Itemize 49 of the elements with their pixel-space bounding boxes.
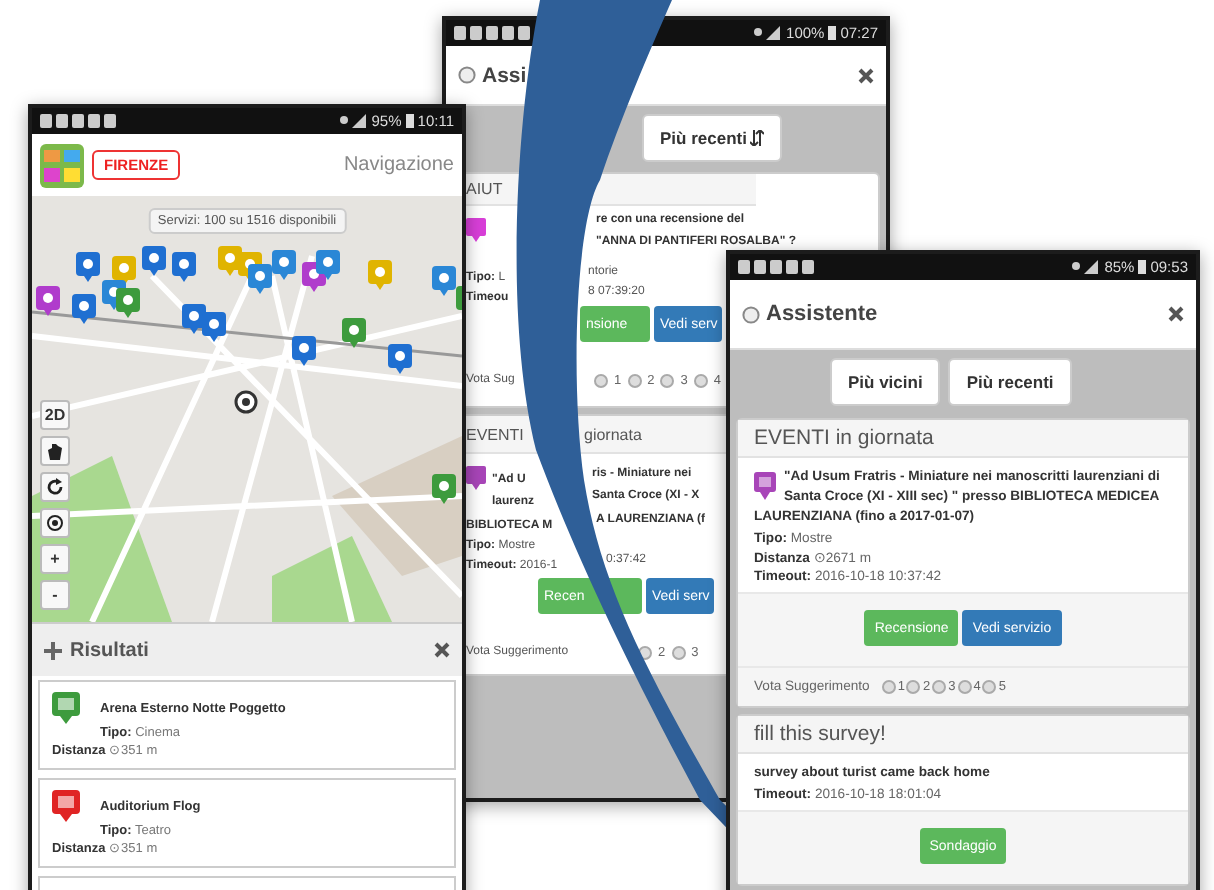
battery-icon [828,26,837,40]
radio-button[interactable] [660,373,675,387]
chat-bubble-icon [742,305,760,323]
plus-icon[interactable] [44,641,62,659]
sort-icon [750,129,765,145]
section-title: EVENTI in giornata [738,420,1188,458]
radio-button[interactable] [693,373,708,387]
zoom-out-button[interactable]: - [40,580,70,610]
section-title: giornata [584,425,644,443]
notification-icons [40,114,120,128]
hand-button[interactable] [40,436,70,466]
tab[interactable]: Più recenti [948,358,1072,406]
assistant-title: Assi [482,63,527,87]
section-title: EVENTI [466,425,526,443]
battery-icon [1138,260,1147,274]
refresh-button[interactable] [40,472,70,502]
chat-bubble-icon [458,66,476,84]
close-icon[interactable] [434,642,450,658]
zoom-in-button[interactable]: + [40,544,70,574]
app-logo-icon [40,143,84,187]
notification-icons [454,26,534,40]
radio-button[interactable] [982,680,997,694]
radio-button[interactable] [671,645,686,659]
result-card[interactable] [38,876,456,890]
radio-button[interactable] [594,373,608,387]
tab[interactable]: Più vicini [830,358,941,406]
signal-icon [1072,260,1101,274]
radio-button[interactable] [881,680,896,694]
section-title: fill this survey! [738,716,1188,754]
battery-icon [405,114,414,128]
tab[interactable]: Più recenti [642,113,783,161]
radio-button[interactable] [932,680,947,694]
locate-icon [46,514,64,532]
close-icon[interactable] [858,67,874,83]
signal-icon [339,114,368,128]
signal-icon [754,26,783,40]
refresh-icon [46,478,64,496]
radio-button[interactable] [906,680,921,694]
locate-button[interactable] [40,508,70,538]
notification-icons [738,260,818,274]
close-icon[interactable] [1168,306,1184,322]
radio-button[interactable] [957,680,972,694]
screen-title: Navigazione [343,154,454,176]
view-mode-button[interactable]: 2D [40,400,70,430]
assistant-title: Assistente [766,302,878,326]
results-title: Risultati [70,639,149,661]
section-title: AIUT [466,180,505,198]
radio-button[interactable] [627,373,642,387]
hand-icon [46,442,64,460]
